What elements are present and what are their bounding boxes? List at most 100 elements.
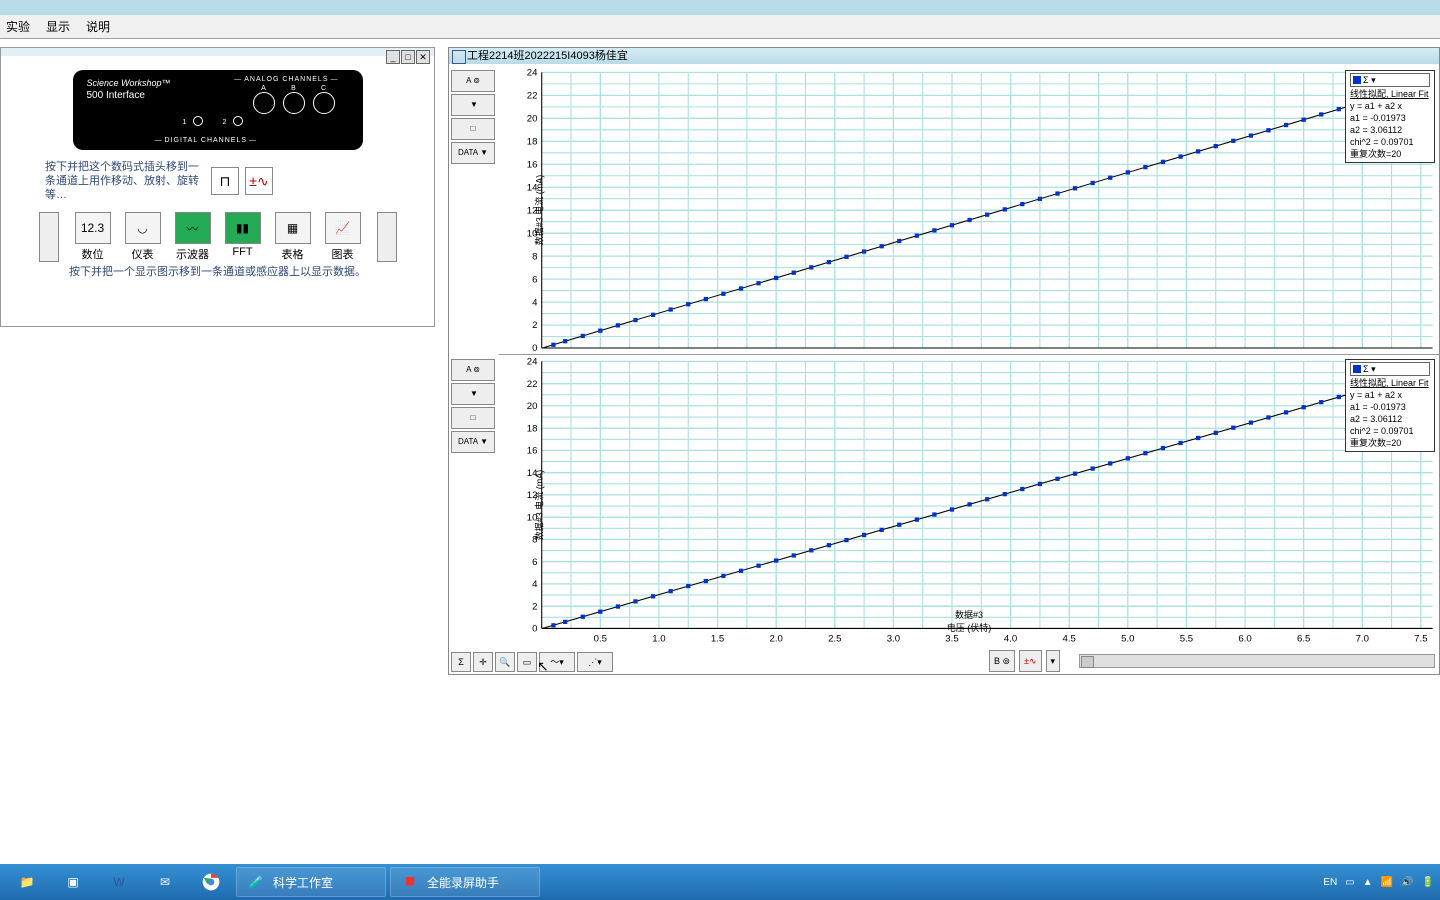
svg-text:20: 20 — [527, 402, 538, 413]
port-c-label: C — [314, 85, 334, 92]
tray-network-icon[interactable]: 📶 — [1381, 877, 1393, 888]
display-fft[interactable]: ▮▮FFT — [221, 212, 265, 262]
fit-rep: 重复次数=20 — [1350, 437, 1430, 449]
plot-input-button[interactable]: □ — [451, 407, 495, 429]
taskbar-app-science[interactable]: 🧪科学工作室 — [236, 867, 386, 897]
interface-brand: Science Workshop™ — [87, 78, 171, 88]
drag-hint: 按下并把这个数码式插头移到一条通道上用作移动、放射、旋转等… — [45, 160, 205, 202]
menu-experiment[interactable]: 实验 — [6, 18, 30, 35]
graph-window-title: 工程2214班2022215I4093杨佳宜 — [449, 48, 1439, 64]
fft-label: FFT — [232, 246, 252, 258]
svg-text:22: 22 — [527, 379, 538, 390]
fit-results-box[interactable]: Σ ▾线性拟配, Linear Fity = a1 + a2 xa1 = -0.… — [1345, 359, 1435, 452]
display-table[interactable]: ▦表格 — [271, 212, 315, 262]
graph-icon: 📈 — [325, 212, 361, 244]
display-scope[interactable]: 〰示波器 — [171, 212, 215, 262]
autoscale-button[interactable]: ▭ — [517, 652, 537, 672]
digital-label: DIGITAL CHANNELS — [153, 137, 260, 144]
close-button[interactable]: ✕ — [416, 50, 430, 64]
analog-port-c[interactable]: C — [313, 92, 335, 114]
svg-text:16: 16 — [527, 159, 538, 170]
plot-data-dropdown[interactable]: DATA — [451, 142, 495, 164]
crosshair-button[interactable]: ✛ — [473, 652, 493, 672]
fit-chi: chi^2 = 0.09701 — [1350, 136, 1430, 148]
plug-vertical-icon[interactable] — [377, 212, 397, 262]
svg-text:6: 6 — [532, 557, 537, 568]
digital-port-2[interactable] — [233, 116, 243, 126]
analog-plug-icon[interactable]: ±∿ — [245, 167, 273, 195]
meter-label: 仪表 — [132, 249, 154, 261]
menu-help[interactable]: 说明 — [86, 18, 110, 35]
svg-text:16: 16 — [527, 446, 538, 457]
svg-text:20: 20 — [527, 114, 538, 125]
fit-sigma-header[interactable]: Σ ▾ — [1350, 362, 1430, 376]
display-meter[interactable]: ◡ 仪表 — [121, 212, 165, 262]
window-titlebar — [0, 0, 1440, 15]
svg-text:0: 0 — [532, 343, 537, 354]
plot-type-dropdown[interactable]: 〜▾ — [539, 652, 575, 672]
taskbar-app-recorder[interactable]: ⯀全能录屏助手 — [390, 867, 540, 897]
x-channel-button[interactable]: B ⊚ — [989, 650, 1015, 672]
x-axis-label: 数据#3电压 (伏特) — [499, 608, 1439, 634]
tray-volume-icon[interactable]: 🔊 — [1401, 877, 1413, 888]
maximize-button[interactable]: □ — [401, 50, 415, 64]
fit-eq: y = a1 + a2 x — [1350, 389, 1430, 401]
plot-data-dropdown[interactable]: DATA — [451, 431, 495, 453]
taskbar-app-recorder-label: 全能录屏助手 — [427, 874, 499, 891]
fit-chi: chi^2 = 0.09701 — [1350, 425, 1430, 437]
taskbar-task-view[interactable]: ▣ — [52, 867, 94, 897]
digital-plug-icon[interactable]: ⊓ — [211, 167, 239, 195]
fit-a1: a1 = -0.01973 — [1350, 401, 1430, 413]
display-digits[interactable]: 12.3数位 — [71, 212, 115, 262]
plot-0[interactable]: A ⊚□DATA数据#3 电流 (mA)02468101214161820222… — [499, 66, 1439, 355]
taskbar-word[interactable]: W — [98, 867, 140, 897]
digits-label: 数位 — [82, 249, 104, 261]
fit-a2: a2 = 3.06112 — [1350, 413, 1430, 425]
display-hint: 按下并把一个显示图示移到一条通道或感应器上以显示数据。 — [1, 266, 434, 279]
graph-label: 图表 — [332, 249, 354, 261]
analog-label: ANALOG CHANNELS — [232, 76, 340, 83]
plot-input-button[interactable]: □ — [451, 118, 495, 140]
sensor-probe-icon[interactable] — [39, 212, 59, 262]
plot-channel-a-button[interactable]: A ⊚ — [451, 359, 495, 381]
fit-a2: a2 = 3.06112 — [1350, 124, 1430, 136]
plot-channel-dropdown[interactable] — [451, 383, 495, 405]
analog-port-a[interactable]: A — [253, 92, 275, 114]
plot-channel-a-button[interactable]: A ⊚ — [451, 70, 495, 92]
minimize-button[interactable]: _ — [386, 50, 400, 64]
digital-port-1[interactable] — [193, 116, 203, 126]
svg-text:7.5: 7.5 — [1414, 634, 1427, 645]
x-dropdown[interactable]: ▾ — [1046, 650, 1061, 672]
fit-sigma-header[interactable]: Σ ▾ — [1350, 73, 1430, 87]
setup-window-title — [1, 48, 434, 56]
svg-text:5.0: 5.0 — [1121, 634, 1134, 645]
menubar: 实验 显示 说明 — [0, 15, 1440, 39]
stats-sigma-button[interactable]: Σ — [451, 652, 471, 672]
tray-lang[interactable]: EN — [1323, 877, 1337, 888]
tray-flag-icon[interactable]: ▭ — [1345, 877, 1354, 888]
tray-security-icon[interactable]: ▲ — [1363, 877, 1373, 888]
fit-rep: 重复次数=20 — [1350, 148, 1430, 160]
svg-text:4.5: 4.5 — [1063, 634, 1076, 645]
fit-type-dropdown[interactable]: ⋰▾ — [577, 652, 613, 672]
svg-text:22: 22 — [527, 91, 538, 102]
meter-icon: ◡ — [125, 212, 161, 244]
taskbar-mail[interactable]: ✉ — [144, 867, 186, 897]
tray-battery-icon[interactable]: 🔋 — [1422, 877, 1434, 888]
fit-results-box[interactable]: Σ ▾线性拟配, Linear Fity = a1 + a2 xa1 = -0.… — [1345, 70, 1435, 163]
zoom-button[interactable]: 🔍 — [495, 652, 515, 672]
svg-text:24: 24 — [527, 357, 538, 368]
taskbar-chrome[interactable] — [190, 867, 232, 897]
horizontal-scrollbar[interactable] — [1079, 654, 1435, 668]
y-axis-label: 数据#3 电流 (mA) — [533, 170, 546, 250]
plot-channel-dropdown[interactable] — [451, 94, 495, 116]
analog-port-b[interactable]: B — [283, 92, 305, 114]
graph-window: 工程2214班2022215I4093杨佳宜 A ⊚□DATA数据#3 电流 (… — [448, 47, 1440, 675]
taskbar-app-science-label: 科学工作室 — [273, 874, 333, 891]
menu-display[interactable]: 显示 — [46, 18, 70, 35]
fit-title: 线性拟配, Linear Fit — [1350, 377, 1430, 389]
taskbar-file-explorer[interactable]: 📁 — [6, 867, 48, 897]
display-graph[interactable]: 📈 图表 — [321, 212, 365, 262]
svg-text:5.5: 5.5 — [1180, 634, 1193, 645]
x-plug-button[interactable]: ±∿ — [1019, 650, 1041, 672]
